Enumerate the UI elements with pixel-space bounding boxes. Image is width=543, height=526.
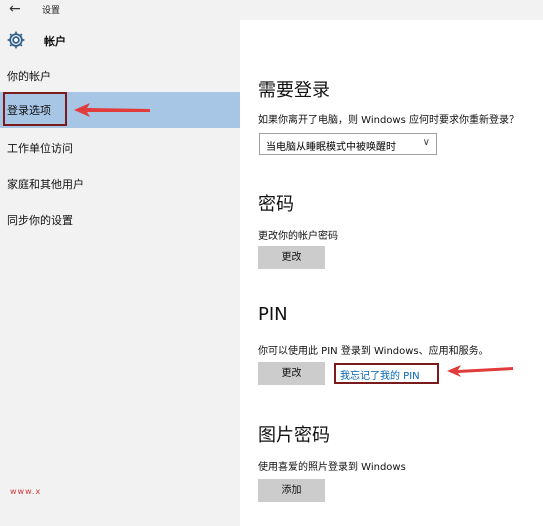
password-heading: 密码 bbox=[258, 194, 294, 215]
annotation-arrow-icon bbox=[447, 365, 513, 377]
sidebar-item-sync[interactable]: 同步你的设置 bbox=[0, 205, 240, 235]
picture-password-heading: 图片密码 bbox=[258, 425, 330, 446]
pin-heading: PIN bbox=[258, 304, 288, 325]
annotation-arrow-icon bbox=[74, 103, 150, 117]
gear-icon bbox=[7, 31, 25, 49]
require-signin-description: 如果你离开了电脑，则 Windows 应何时要求你重新登录？ bbox=[258, 115, 519, 126]
back-arrow-icon[interactable]: ← bbox=[9, 1, 21, 17]
app-title: 设置 bbox=[42, 6, 61, 16]
chevron-down-icon: ∨ bbox=[422, 137, 430, 148]
pin-description: 你可以使用此 PIN 登录到 Windows、应用和服务。 bbox=[258, 346, 489, 357]
change-pin-button[interactable]: 更改 bbox=[258, 362, 325, 385]
annotation-frame bbox=[3, 92, 67, 126]
sidebar-item-label: 同步你的设置 bbox=[7, 214, 73, 227]
title-bar: ← 设置 bbox=[0, 0, 543, 20]
sidebar-item-label: 家庭和其他用户 bbox=[7, 178, 84, 191]
section-title: 帐户 bbox=[44, 35, 66, 48]
add-picture-password-button[interactable]: 添加 bbox=[258, 479, 325, 502]
sidebar-item-label: 工作单位访问 bbox=[7, 142, 73, 155]
forgot-pin-link[interactable]: 我忘记了我的 PIN bbox=[340, 367, 420, 382]
sidebar-item-family[interactable]: 家庭和其他用户 bbox=[0, 169, 240, 199]
require-signin-heading: 需要登录 bbox=[258, 80, 330, 101]
picture-password-description: 使用喜爱的照片登录到 Windows bbox=[258, 462, 406, 473]
sidebar-item-work-access[interactable]: 工作单位访问 bbox=[0, 133, 240, 163]
dropdown-value: 当电脑从睡眠模式中被唤醒时 bbox=[266, 142, 396, 153]
watermark: www.x bbox=[10, 487, 42, 496]
sidebar-item-your-account[interactable]: 你的帐户 bbox=[0, 61, 240, 91]
change-password-button[interactable]: 更改 bbox=[258, 246, 325, 269]
password-description: 更改你的帐户密码 bbox=[258, 231, 338, 242]
require-signin-dropdown[interactable]: 当电脑从睡眠模式中被唤醒时 ∨ bbox=[259, 133, 437, 155]
sidebar-item-label: 你的帐户 bbox=[7, 70, 51, 83]
